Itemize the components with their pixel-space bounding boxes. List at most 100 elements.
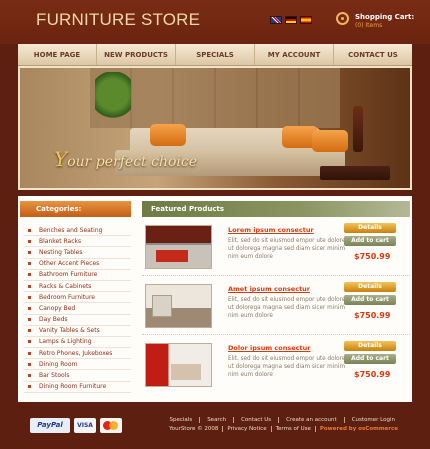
product-description: Elit, sed do sit eiusmod empor ute dolor… — [228, 356, 346, 378]
banner-cushion — [312, 130, 348, 152]
featured-products: Featured Products Lorem ipsum consectur … — [142, 201, 410, 394]
category-item[interactable]: Retro Phones, Jukeboxes — [24, 348, 131, 360]
tagline-text: our perfect choice — [67, 154, 198, 170]
bullet-icon — [28, 273, 31, 277]
bullet-icon — [28, 306, 31, 310]
details-button[interactable]: Details — [344, 341, 396, 351]
store-logo[interactable]: FURNITURE STORE — [36, 10, 200, 30]
product-image[interactable] — [145, 343, 212, 387]
category-item[interactable]: Day Beds — [24, 315, 131, 326]
banner-vase — [353, 106, 363, 152]
footer-link-login[interactable]: Customer Login — [345, 417, 402, 423]
featured-products-title: Featured Products — [142, 201, 410, 217]
category-label[interactable]: Bathroom Furniture — [39, 271, 97, 278]
privacy-link[interactable]: Privacy Notice — [223, 426, 272, 432]
content-area: Categories: Benches and Seating Blanket … — [18, 196, 412, 402]
nav-my-account[interactable]: MY ACCOUNT — [255, 44, 334, 65]
footer-link-specials[interactable]: Specials — [163, 417, 201, 423]
details-button[interactable]: Details — [344, 223, 396, 233]
bullet-icon — [28, 329, 31, 333]
bullet-icon — [28, 295, 31, 299]
product-description: Elit, sed do sit eiusmod empor ute dolor… — [228, 238, 346, 260]
category-item[interactable]: Racks & Cabinets — [24, 281, 131, 293]
footer-copyright: YourStore © 2008 Privacy Notice Terms of… — [165, 426, 402, 432]
category-item[interactable]: Bedroom Furniture — [24, 292, 131, 304]
footer-links: Specials Search Contact Us Create an acc… — [163, 417, 403, 423]
bullet-icon — [28, 284, 31, 288]
cart-title[interactable]: Shopping Cart: — [355, 13, 414, 21]
header: FURNITURE STORE Shopping Cart: (0) Items — [0, 0, 430, 44]
category-label[interactable]: Dining Room — [39, 361, 77, 368]
category-item[interactable]: Bar Stools — [24, 370, 131, 382]
banner-cushion — [150, 124, 186, 146]
category-label[interactable]: Lamps & Lighting — [39, 338, 92, 345]
category-item[interactable]: Benches and Seating — [24, 225, 131, 237]
bullet-icon — [28, 374, 31, 378]
category-label[interactable]: Nesting Tables — [39, 249, 83, 256]
bullet-icon — [28, 239, 31, 243]
category-label[interactable]: Vanity Tables & Sets — [39, 327, 100, 334]
category-label[interactable]: Canopy Bed — [39, 305, 75, 312]
footer-link-search[interactable]: Search — [200, 417, 235, 423]
es-flag-icon[interactable] — [300, 16, 312, 24]
category-label[interactable]: Bar Stools — [39, 372, 69, 379]
page: FURNITURE STORE Shopping Cart: (0) Items… — [0, 0, 430, 449]
cart-items-count[interactable]: (0) Items — [355, 22, 382, 29]
nav-specials[interactable]: SPECIALS — [176, 44, 255, 65]
hero-banner: Your perfect choice — [18, 66, 412, 190]
terms-link[interactable]: Terms of Use — [272, 426, 316, 432]
category-label[interactable]: Blanket Racks — [39, 238, 81, 245]
product-price: $750.99 — [354, 252, 391, 261]
category-label[interactable]: Other Accent Pieces — [39, 260, 99, 267]
categories-sidebar: Categories: Benches and Seating Blanket … — [20, 201, 131, 393]
mastercard-icon — [100, 418, 122, 433]
category-item[interactable]: Bathroom Furniture — [24, 270, 131, 281]
category-label[interactable]: Racks & Cabinets — [39, 283, 91, 290]
bullet-icon — [28, 250, 31, 254]
product-name[interactable]: Amet ipsum consectur — [228, 285, 310, 293]
footer-link-create-account[interactable]: Create an account — [279, 417, 345, 423]
nav-home[interactable]: HOME PAGE — [18, 44, 97, 65]
product-name[interactable]: Lorem ipsum consectur — [228, 226, 314, 234]
category-label[interactable]: Benches and Seating — [39, 227, 102, 234]
nav-new-products[interactable]: NEW PRODUCTS — [97, 44, 176, 65]
category-item[interactable]: Other Accent Pieces — [24, 259, 131, 270]
bullet-icon — [28, 362, 31, 366]
category-item[interactable]: Blanket Racks — [24, 236, 131, 248]
category-item[interactable]: Canopy Bed — [24, 303, 131, 315]
category-label[interactable]: Bedroom Furniture — [39, 294, 95, 301]
category-item[interactable]: Nesting Tables — [24, 247, 131, 259]
add-to-cart-button[interactable]: Add to cart — [344, 236, 396, 246]
category-item[interactable]: Dining Room Furniture — [24, 382, 131, 393]
add-to-cart-button[interactable]: Add to cart — [344, 354, 396, 364]
powered-by-link[interactable]: Powered by osCommerce — [316, 426, 402, 432]
category-item[interactable]: Dining Room — [24, 359, 131, 371]
product-card: Dolor ipsum consectur Elit, sed do sit e… — [142, 335, 410, 394]
category-item[interactable]: Lamps & Lighting — [24, 337, 131, 349]
add-to-cart-button[interactable]: Add to cart — [344, 295, 396, 305]
product-price: $750.99 — [354, 311, 391, 320]
gb-flag-icon[interactable] — [270, 16, 282, 24]
details-button[interactable]: Details — [344, 282, 396, 292]
product-card: Amet ipsum consectur Elit, sed do sit ei… — [142, 276, 410, 335]
product-name[interactable]: Dolor ipsum consectur — [228, 344, 310, 352]
footer-link-contact[interactable]: Contact Us — [234, 417, 280, 423]
de-flag-icon[interactable] — [285, 16, 297, 24]
product-image[interactable] — [145, 284, 212, 328]
product-price: $750.99 — [354, 370, 391, 379]
bullet-icon — [28, 262, 31, 266]
main-nav: HOME PAGE NEW PRODUCTS SPECIALS MY ACCOU… — [18, 44, 412, 66]
category-label[interactable]: Dining Room Furniture — [39, 383, 106, 390]
category-item[interactable]: Vanity Tables & Sets — [24, 326, 131, 337]
copyright-text: YourStore © 2008 — [165, 426, 224, 432]
categories-title: Categories: — [20, 201, 131, 217]
product-description: Elit, sed do sit eiusmod empor ute dolor… — [228, 297, 346, 319]
shopping-cart-icon[interactable] — [336, 12, 349, 25]
bullet-icon — [28, 385, 31, 389]
product-image[interactable] — [145, 225, 212, 269]
category-label[interactable]: Retro Phones, Jukeboxes — [39, 350, 112, 357]
category-list: Benches and Seating Blanket Racks Nestin… — [20, 225, 131, 393]
tagline-initial: Y — [54, 147, 68, 171]
category-label[interactable]: Day Beds — [39, 316, 68, 323]
nav-contact-us[interactable]: CONTACT US — [334, 44, 412, 65]
